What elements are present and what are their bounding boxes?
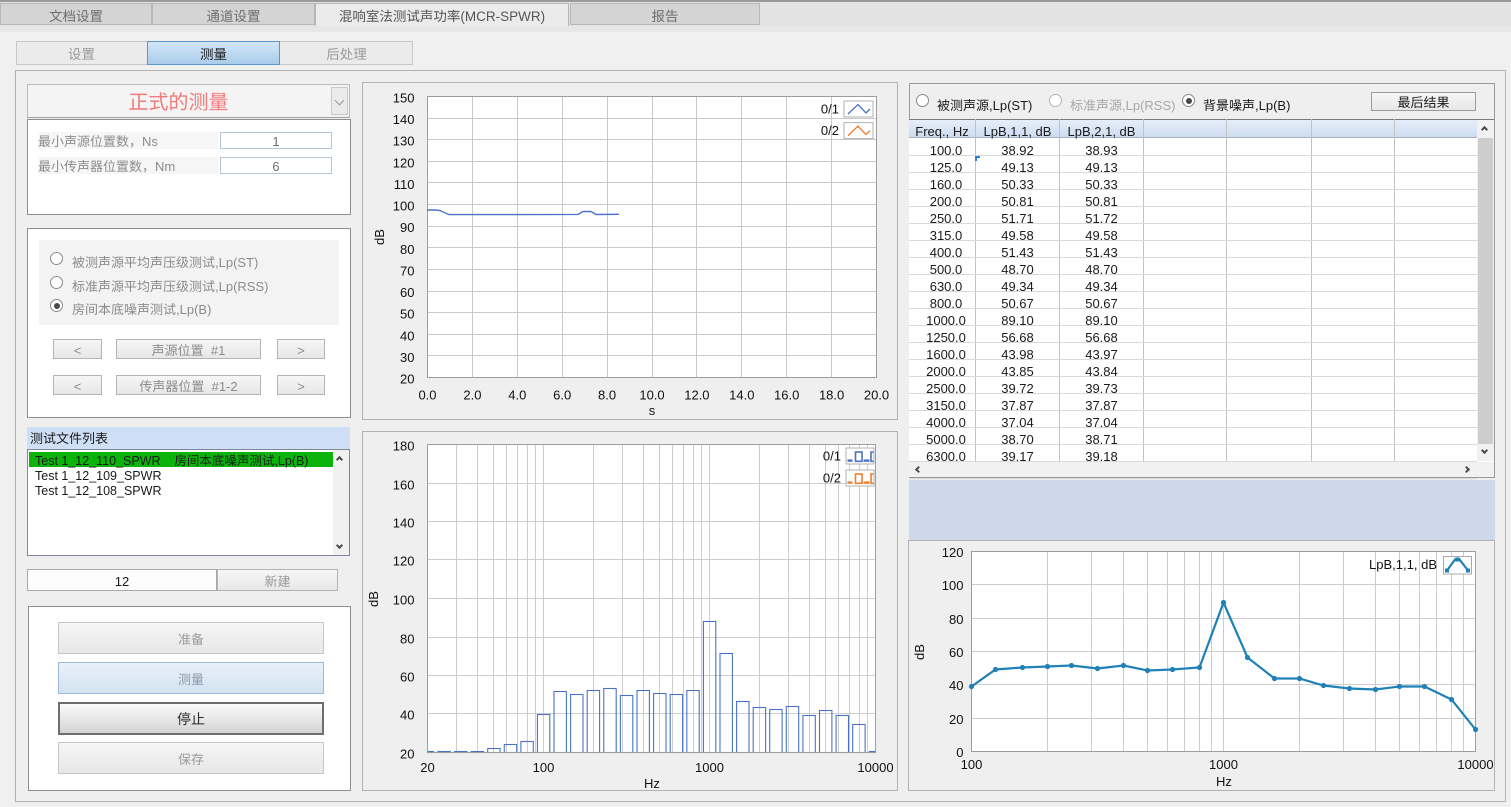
svg-text:LpB,1,1, dB: LpB,1,1, dB [1369, 557, 1437, 572]
svg-text:20: 20 [949, 712, 963, 727]
svg-text:90: 90 [400, 220, 414, 235]
svg-text:0/2: 0/2 [823, 471, 841, 486]
svg-text:dB: dB [366, 591, 381, 607]
svg-text:1000: 1000 [695, 760, 724, 775]
svg-text:0/1: 0/1 [823, 449, 841, 464]
svg-text:20: 20 [400, 372, 414, 387]
svg-text:1000: 1000 [1209, 757, 1238, 772]
svg-text:80: 80 [400, 632, 414, 647]
svg-text:10.0: 10.0 [639, 388, 664, 403]
svg-text:s: s [649, 403, 656, 418]
svg-text:160: 160 [393, 478, 415, 493]
svg-text:110: 110 [394, 177, 415, 192]
svg-text:6.0: 6.0 [553, 388, 571, 403]
svg-text:70: 70 [400, 263, 414, 278]
svg-text:14.0: 14.0 [729, 388, 754, 403]
svg-text:2.0: 2.0 [463, 388, 481, 403]
svg-text:18.0: 18.0 [819, 388, 844, 403]
svg-text:dB: dB [912, 644, 927, 660]
svg-text:60: 60 [400, 670, 414, 685]
svg-text:80: 80 [400, 242, 414, 257]
svg-text:140: 140 [393, 112, 415, 127]
svg-text:40: 40 [400, 328, 414, 343]
svg-text:10000: 10000 [1457, 757, 1493, 772]
svg-text:100: 100 [393, 199, 415, 214]
svg-text:50: 50 [400, 307, 414, 322]
svg-text:Hz: Hz [1216, 774, 1232, 789]
svg-text:20: 20 [420, 760, 434, 775]
svg-text:20.0: 20.0 [864, 388, 889, 403]
svg-text:20: 20 [400, 747, 414, 762]
svg-text:140: 140 [393, 516, 415, 531]
svg-text:100: 100 [533, 760, 555, 775]
svg-text:12.0: 12.0 [684, 388, 709, 403]
svg-text:100: 100 [942, 578, 964, 593]
svg-text:Hz: Hz [644, 776, 660, 791]
svg-text:80: 80 [949, 612, 963, 627]
svg-text:16.0: 16.0 [774, 388, 799, 403]
svg-text:60: 60 [949, 645, 963, 660]
svg-text:4.0: 4.0 [508, 388, 526, 403]
svg-text:40: 40 [400, 708, 414, 723]
svg-text:150: 150 [393, 91, 415, 106]
svg-text:10000: 10000 [857, 760, 893, 775]
svg-text:180: 180 [393, 439, 415, 454]
svg-text:40: 40 [949, 678, 963, 693]
svg-text:100: 100 [393, 593, 415, 608]
svg-text:100: 100 [961, 757, 983, 772]
svg-text:60: 60 [400, 285, 414, 300]
svg-text:120: 120 [942, 545, 964, 560]
svg-text:dB: dB [372, 229, 387, 245]
svg-text:0/2: 0/2 [821, 123, 839, 138]
svg-text:0.0: 0.0 [418, 388, 436, 403]
svg-text:120: 120 [393, 554, 415, 569]
svg-text:130: 130 [393, 134, 415, 149]
svg-text:120: 120 [393, 155, 415, 170]
svg-text:8.0: 8.0 [598, 388, 616, 403]
svg-text:30: 30 [400, 350, 414, 365]
svg-text:0/1: 0/1 [821, 102, 839, 117]
